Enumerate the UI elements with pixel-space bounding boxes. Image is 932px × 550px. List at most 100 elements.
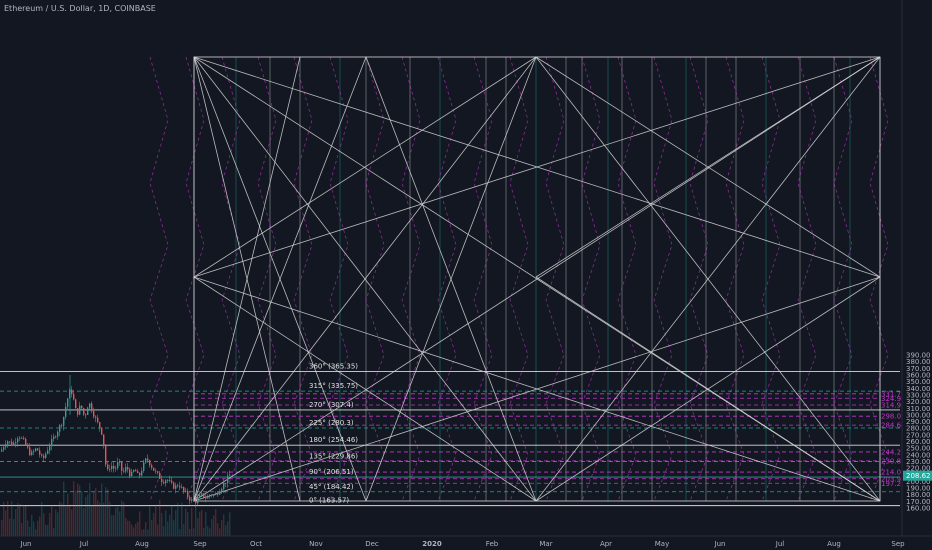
candle-body (37, 448, 39, 451)
volume-bar (19, 504, 21, 536)
candle-body (207, 496, 209, 499)
candle-body (167, 480, 169, 481)
candle-body (189, 496, 191, 501)
candle-body (123, 470, 125, 472)
candle-body (187, 491, 189, 497)
candle-body (3, 447, 5, 450)
volume-bar (185, 508, 187, 536)
volume-bar (159, 500, 161, 536)
volume-bar (139, 511, 141, 536)
volume-bar (225, 525, 227, 536)
volume-bar (81, 490, 83, 536)
candle-body (199, 494, 201, 498)
volume-bar (77, 483, 79, 536)
volume-bar (219, 528, 221, 536)
candle-body (139, 472, 141, 476)
candle-body (227, 475, 229, 484)
volume-bar (39, 516, 41, 536)
candle-body (5, 444, 7, 448)
candle-body (213, 494, 215, 496)
candle-body (149, 460, 151, 466)
time-tick-label: Jun (714, 540, 726, 548)
candle-body (77, 408, 79, 415)
candle-body (45, 453, 47, 458)
volume-bar (75, 490, 77, 536)
candle-body (181, 487, 183, 488)
volume-bar (25, 505, 27, 536)
candle-body (177, 485, 179, 487)
candle-body (23, 437, 25, 439)
volume-bar (7, 501, 9, 536)
candle-body (49, 446, 51, 451)
candle-body (103, 434, 105, 446)
volume-bar (87, 494, 89, 536)
chart-background (0, 0, 932, 550)
candle-body (97, 417, 99, 423)
volume-bar (175, 510, 177, 536)
candle-body (191, 499, 193, 501)
candle-body (223, 483, 225, 489)
volume-bar (189, 529, 191, 536)
gann-level-label: 45° (184.42) (309, 483, 354, 491)
magenta-level-label: 314.9 (881, 401, 901, 409)
volume-bar (49, 512, 51, 536)
volume-bar (105, 487, 107, 536)
volume-bar (151, 519, 153, 536)
candle-body (39, 450, 41, 455)
volume-bar (183, 524, 185, 536)
candle-body (41, 454, 43, 456)
volume-bar (141, 529, 143, 536)
candle-body (113, 465, 115, 469)
volume-bar (207, 525, 209, 536)
volume-bar (145, 522, 147, 536)
gann-level-label: 180° (254.46) (309, 436, 358, 444)
candle-body (147, 458, 149, 461)
price-chart[interactable]: 331.72324.99314.9298.09284.64244.28230.8… (0, 0, 932, 550)
volume-bar (137, 521, 139, 536)
volume-bar (93, 491, 95, 536)
time-axis: Jun Jul Aug Sep Oct Nov Dec 2020 Feb Mar Apr May Jun… (0, 535, 932, 550)
candle-body (19, 437, 21, 439)
candle-body (95, 416, 97, 418)
candle-body (83, 408, 85, 415)
time-tick-label: Mar (539, 540, 552, 548)
candle-body (169, 480, 171, 481)
volume-bar (113, 515, 115, 536)
volume-bar (119, 511, 121, 536)
candle-body (137, 471, 139, 473)
volume-bar (17, 503, 19, 536)
time-tick-label: Aug (827, 540, 841, 548)
volume-bar (107, 489, 109, 536)
candle-body (105, 445, 107, 465)
volume-bar (157, 524, 159, 536)
volume-bar (43, 513, 45, 536)
candle-body (135, 470, 137, 472)
volume-bar (5, 510, 7, 536)
candle-body (101, 427, 103, 435)
volume-bar (195, 507, 197, 536)
price-tick-label: 160.00 (906, 505, 931, 513)
volume-bar (21, 522, 23, 536)
volume-bar (65, 505, 67, 536)
candle-body (115, 467, 117, 469)
candle-body (219, 492, 221, 495)
candle-body (121, 461, 123, 471)
volume-bar (63, 481, 65, 536)
candle-body (203, 493, 205, 498)
volume-bar (11, 501, 13, 536)
time-tick-label: Oct (250, 540, 262, 548)
candle-body (141, 470, 143, 476)
candle-body (17, 438, 19, 443)
candle-body (229, 474, 231, 476)
volume-bar (85, 496, 87, 536)
volume-bar (103, 502, 105, 536)
time-tick-label: Jul (79, 540, 89, 548)
gann-level-label: 360° (365.35) (309, 362, 358, 370)
volume-bar (35, 529, 37, 536)
candle-body (127, 467, 129, 470)
candle-body (57, 431, 59, 437)
candle-body (215, 493, 217, 495)
volume-bar (73, 481, 75, 536)
volume-bar (161, 512, 163, 536)
volume-bar (223, 514, 225, 536)
